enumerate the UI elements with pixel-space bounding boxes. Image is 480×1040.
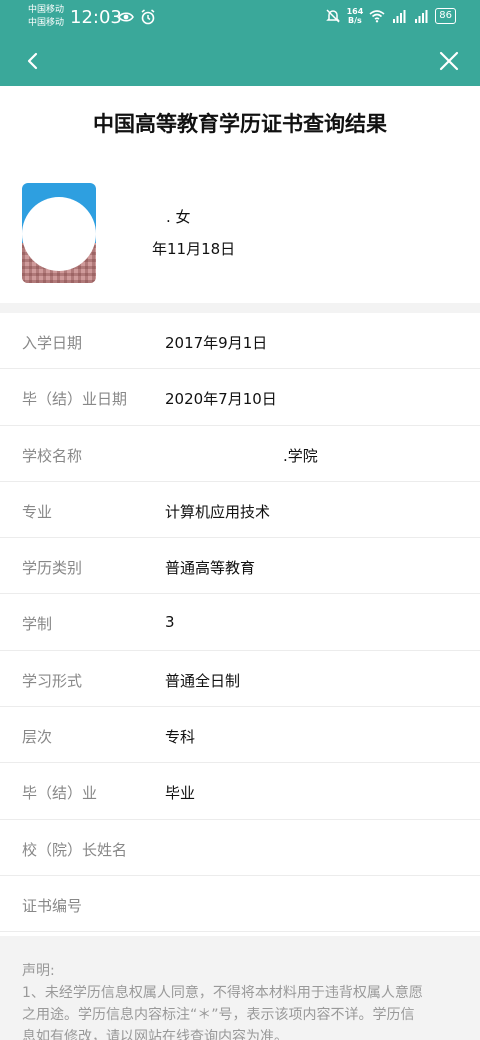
status-bar: 中国移动 中国移动 12:03 164 B/s 86 xyxy=(0,0,480,36)
battery-indicator: 86 xyxy=(435,8,456,24)
detail-value: .学院 xyxy=(283,446,318,465)
detail-value: 普通高等教育 xyxy=(165,559,256,578)
notice-heading: 声明: xyxy=(22,963,55,979)
detail-row-education-type: 学历类别 普通高等教育 xyxy=(0,538,480,595)
detail-row-graduation-status: 毕（结）业 毕业 xyxy=(0,763,480,820)
net-speed: 164 B/s xyxy=(347,7,364,25)
detail-label: 学习形式 xyxy=(22,671,83,690)
close-icon[interactable] xyxy=(436,48,462,74)
notice-line-2: 之用途。学历信息内容标注“＊”号，表示该项内容不详。学历信 xyxy=(22,1007,415,1023)
detail-value: 计算机应用技术 xyxy=(165,502,271,521)
chevron-left-icon[interactable] xyxy=(22,49,46,73)
detail-label: 校（院）长姓名 xyxy=(22,840,128,859)
detail-list: 入学日期 2017年9月1日 毕（结）业日期 2020年7月10日 学校名称 .… xyxy=(0,313,480,933)
detail-row-graduation-date: 毕（结）业日期 2020年7月10日 xyxy=(0,369,480,426)
mute-bell-icon xyxy=(325,9,340,23)
eye-icon xyxy=(118,12,134,22)
carrier-info: 中国移动 中国移动 xyxy=(28,4,64,30)
detail-label: 毕（结）业 xyxy=(22,784,98,803)
detail-row-principal-name: 校（院）长姓名 xyxy=(0,820,480,876)
detail-value: 专科 xyxy=(165,728,196,747)
birth-date-value: 年11月18日 xyxy=(152,240,236,258)
carrier-1: 中国移动 xyxy=(28,5,65,15)
detail-value: 3 xyxy=(165,613,175,632)
page-title: 中国高等教育学历证书查询结果 xyxy=(93,112,387,136)
wifi-icon xyxy=(369,10,385,23)
detail-label: 层次 xyxy=(22,728,53,747)
alarm-icon xyxy=(141,9,155,25)
detail-row-major: 专业 计算机应用技术 xyxy=(0,482,480,539)
detail-value: 普通全日制 xyxy=(165,671,241,690)
photo-redaction xyxy=(22,197,96,271)
detail-label: 学校名称 xyxy=(22,446,83,465)
signal-icon-2 xyxy=(415,10,428,23)
status-time: 12:03 xyxy=(70,7,122,28)
notice-line-1: 1、未经学历信息权属人同意，不得将本材料用于违背权属人意愿 xyxy=(22,985,423,1001)
nav-bar xyxy=(0,36,480,86)
gender-value: . 女 xyxy=(166,208,191,226)
detail-row-level: 层次 专科 xyxy=(0,707,480,764)
status-icons-left xyxy=(118,9,156,25)
status-icons-right: 164 B/s 86 xyxy=(325,7,456,25)
detail-row-enrollment-date: 入学日期 2017年9月1日 xyxy=(0,313,480,370)
detail-label: 专业 xyxy=(22,502,53,521)
detail-value: 毕业 xyxy=(165,784,196,803)
notice-line-3: 息如有修改，请以网站在线查询内容为准。 xyxy=(22,1029,288,1040)
detail-row-duration: 学制 3 xyxy=(0,594,480,651)
detail-label: 学制 xyxy=(22,615,53,634)
detail-value: 2020年7月10日 xyxy=(165,390,277,409)
section-divider xyxy=(0,303,480,313)
detail-label: 毕（结）业日期 xyxy=(22,390,128,409)
detail-value: 2017年9月1日 xyxy=(165,334,268,352)
net-speed-unit: B/s xyxy=(348,16,362,25)
carrier-2: 中国移动 xyxy=(28,18,65,28)
detail-label: 证书编号 xyxy=(22,896,83,915)
detail-label: 入学日期 xyxy=(22,334,83,352)
profile-photo xyxy=(22,183,96,283)
net-speed-value: 164 xyxy=(346,7,364,16)
signal-icon xyxy=(393,10,406,23)
detail-label: 学历类别 xyxy=(22,559,83,578)
disclaimer-notice: 声明: 1、未经学历信息权属人同意，不得将本材料用于违背权属人意愿 之用途。学历… xyxy=(0,936,480,1040)
detail-row-certificate-number: 证书编号 xyxy=(0,876,480,933)
detail-row-study-mode: 学习形式 普通全日制 xyxy=(0,651,480,708)
detail-row-school-name: 学校名称 .学院 xyxy=(0,426,480,482)
